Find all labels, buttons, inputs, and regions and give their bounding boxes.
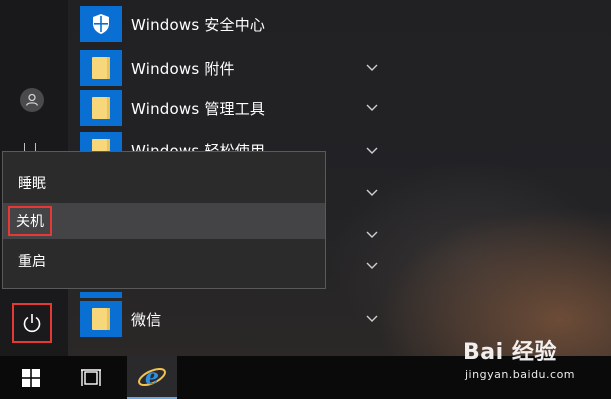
menu-item-sleep[interactable]: 睡眠 bbox=[3, 165, 325, 201]
app-label: Windows 附件 bbox=[131, 59, 235, 78]
app-list-item-admin-tools[interactable]: Windows 管理工具 bbox=[80, 90, 390, 126]
power-options-menu: 睡眠 关机 重启 bbox=[2, 151, 326, 289]
folder-icon bbox=[92, 308, 110, 330]
windows-logo-icon bbox=[22, 368, 40, 387]
chevron-down-icon[interactable] bbox=[366, 147, 378, 155]
menu-item-restart[interactable]: 重启 bbox=[3, 243, 325, 279]
chevron-down-icon[interactable] bbox=[366, 231, 378, 239]
chevron-down-icon[interactable] bbox=[366, 262, 378, 270]
baidu-jingyan-watermark: Bai 经验 jingyan.baidu.com bbox=[463, 334, 603, 390]
app-label: Windows 管理工具 bbox=[131, 99, 266, 118]
app-list-item-security-center[interactable]: Windows 安全中心 bbox=[80, 6, 390, 42]
chevron-down-icon[interactable] bbox=[366, 64, 378, 72]
chevron-down-icon[interactable] bbox=[366, 189, 378, 197]
menu-item-label: 睡眠 bbox=[18, 176, 46, 192]
user-avatar-icon[interactable] bbox=[20, 88, 44, 112]
menu-item-label: 重启 bbox=[18, 254, 46, 270]
start-button[interactable] bbox=[6, 356, 56, 399]
task-view-icon bbox=[81, 368, 101, 386]
app-label: Windows 安全中心 bbox=[131, 15, 266, 34]
menu-item-shutdown[interactable]: 关机 bbox=[3, 203, 325, 239]
folder-icon bbox=[92, 97, 110, 119]
internet-explorer-icon: e bbox=[138, 364, 166, 390]
app-tile bbox=[80, 90, 122, 126]
watermark-brand: Bai 经验 bbox=[463, 340, 557, 365]
app-tile bbox=[80, 6, 122, 42]
folder-icon bbox=[92, 57, 110, 79]
app-list-item-wechat[interactable]: 微信 bbox=[80, 301, 390, 337]
chevron-down-icon[interactable] bbox=[366, 315, 378, 323]
app-tile bbox=[80, 301, 122, 337]
app-tile bbox=[80, 50, 122, 86]
app-tile bbox=[80, 292, 122, 298]
app-list-item-accessories[interactable]: Windows 附件 bbox=[80, 50, 390, 86]
power-button[interactable] bbox=[12, 303, 52, 343]
task-view-button[interactable] bbox=[66, 356, 116, 399]
chevron-down-icon[interactable] bbox=[366, 104, 378, 112]
svg-text:e: e bbox=[145, 364, 159, 390]
shield-icon bbox=[93, 14, 109, 34]
watermark-domain: jingyan.baidu.com bbox=[465, 368, 576, 381]
internet-explorer-taskbar-button[interactable]: e bbox=[127, 356, 177, 399]
menu-item-label: 关机 bbox=[8, 206, 52, 236]
app-label: 微信 bbox=[131, 310, 162, 329]
power-icon bbox=[23, 314, 41, 333]
